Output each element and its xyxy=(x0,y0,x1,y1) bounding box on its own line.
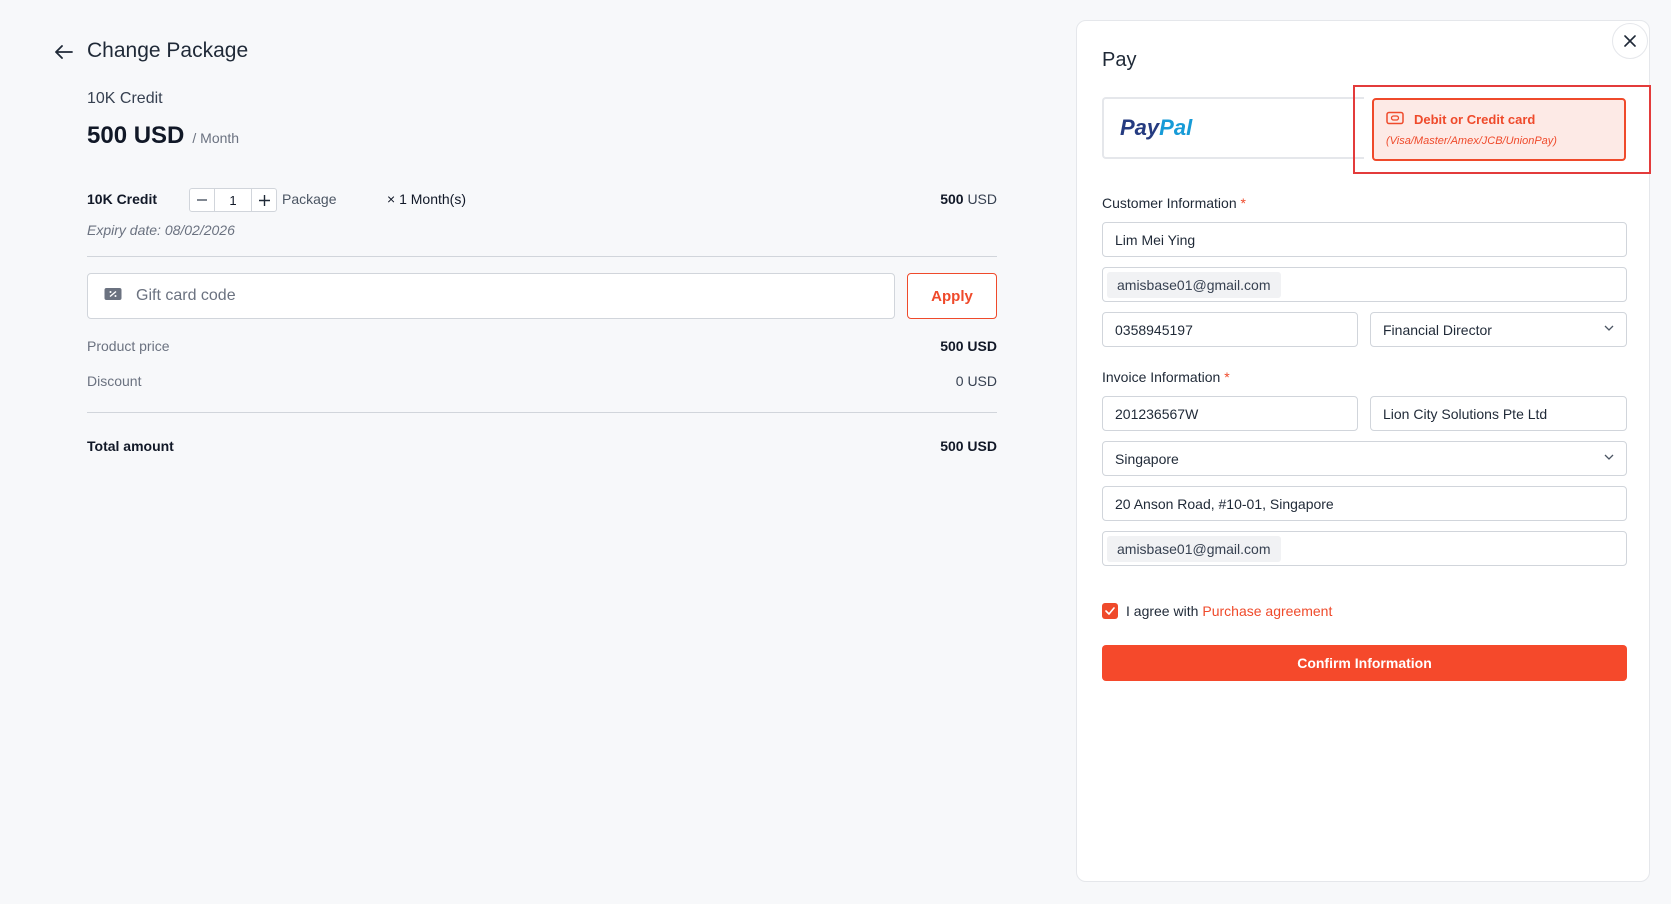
agree-checkbox[interactable] xyxy=(1102,603,1118,619)
company-name-field[interactable]: Lion City Solutions Pte Ltd xyxy=(1370,396,1627,431)
confirm-information-button[interactable]: Confirm Information xyxy=(1102,645,1627,681)
page-title: Change Package xyxy=(87,39,249,62)
line-item-amount: 500 USD xyxy=(940,191,997,207)
quantity-stepper[interactable]: 1 xyxy=(189,188,277,212)
close-icon xyxy=(1624,35,1636,47)
increment-button[interactable] xyxy=(252,189,276,211)
paypal-logo: PayPal xyxy=(1120,115,1193,140)
expiry-date: Expiry date: 08/02/2026 xyxy=(87,222,235,238)
total-row: Total amount 500 USD xyxy=(87,438,997,454)
discount-value: 0 USD xyxy=(955,373,997,389)
card-option-subtitle: (Visa/Master/Amex/JCB/UnionPay) xyxy=(1386,135,1557,147)
customer-email-field[interactable]: amisbase01@gmail.com xyxy=(1102,267,1627,302)
gift-card-input[interactable] xyxy=(136,287,894,305)
total-label: Total amount xyxy=(87,438,174,454)
agreement-row: I agree with Purchase agreement xyxy=(1102,603,1332,619)
email-chip: amisbase01@gmail.com xyxy=(1107,535,1281,562)
line-item-unit: Package xyxy=(282,191,337,207)
plus-icon xyxy=(258,194,270,206)
invoice-email-field[interactable]: amisbase01@gmail.com xyxy=(1102,531,1627,566)
minus-icon xyxy=(197,199,207,201)
position-select[interactable]: Financial Director xyxy=(1370,312,1627,347)
price-period: / Month xyxy=(192,130,240,146)
divider xyxy=(87,412,997,413)
check-icon xyxy=(1105,607,1115,615)
customer-name-field[interactable]: Lim Mei Ying xyxy=(1102,222,1627,257)
required-mark: * xyxy=(1240,195,1246,211)
product-price-value: 500 USD xyxy=(940,338,997,354)
amount-currency: USD xyxy=(967,191,997,207)
checkout-page: Change Package 10K Credit 500 USD / Mont… xyxy=(0,0,1671,904)
product-price-label: Product price xyxy=(87,338,170,354)
required-mark: * xyxy=(1224,369,1230,385)
pay-title: Pay xyxy=(1102,49,1137,71)
discount-row: Discount 0 USD xyxy=(87,373,997,389)
customer-info-label: Customer Information * xyxy=(1102,195,1246,211)
gift-card-field[interactable] xyxy=(87,273,895,319)
tax-code-field[interactable]: 201236567W xyxy=(1102,396,1358,431)
chevron-down-icon xyxy=(1604,454,1614,460)
country-select[interactable]: Singapore xyxy=(1102,441,1627,476)
total-value: 500 USD xyxy=(940,438,997,454)
discount-label: Discount xyxy=(87,373,142,389)
close-button[interactable] xyxy=(1612,23,1648,59)
agree-text: I agree with xyxy=(1126,603,1199,619)
decrement-button[interactable] xyxy=(190,189,214,211)
package-summary-panel: Change Package 10K Credit 500 USD / Mont… xyxy=(0,0,1060,904)
ticket-icon xyxy=(104,287,122,306)
line-item-name: 10K Credit xyxy=(87,191,158,207)
card-option-title: Debit or Credit card xyxy=(1414,112,1536,127)
credit-card-icon xyxy=(1386,111,1404,130)
paypal-option[interactable]: PayPal xyxy=(1102,97,1364,159)
quantity-value[interactable]: 1 xyxy=(214,189,252,211)
purchase-agreement-link[interactable]: Purchase agreement xyxy=(1202,603,1332,619)
back-arrow-icon[interactable] xyxy=(52,40,76,64)
card-payment-option[interactable]: Debit or Credit card (Visa/Master/Amex/J… xyxy=(1372,98,1626,161)
package-price: 500 USD / Month xyxy=(87,122,239,150)
payment-panel: Pay PayPal Debit or Credit card (Visa/Ma… xyxy=(1076,20,1651,882)
invoice-info-label: Invoice Information * xyxy=(1102,369,1230,385)
amount-value: 500 xyxy=(940,191,964,207)
product-price-row: Product price 500 USD xyxy=(87,338,997,354)
apply-button[interactable]: Apply xyxy=(907,273,997,319)
line-item-row: 10K Credit 1 Package × 1 Month(s) 500 US… xyxy=(87,188,997,212)
chevron-down-icon xyxy=(1604,325,1614,331)
line-item-duration: × 1 Month(s) xyxy=(387,191,466,207)
package-name: 10K Credit xyxy=(87,90,163,107)
price-amount: 500 USD xyxy=(87,122,185,149)
email-chip: amisbase01@gmail.com xyxy=(1107,271,1281,298)
phone-field[interactable]: 0358945197 xyxy=(1102,312,1358,347)
address-field[interactable]: 20 Anson Road, #10-01, Singapore xyxy=(1102,486,1627,521)
divider xyxy=(87,256,997,257)
